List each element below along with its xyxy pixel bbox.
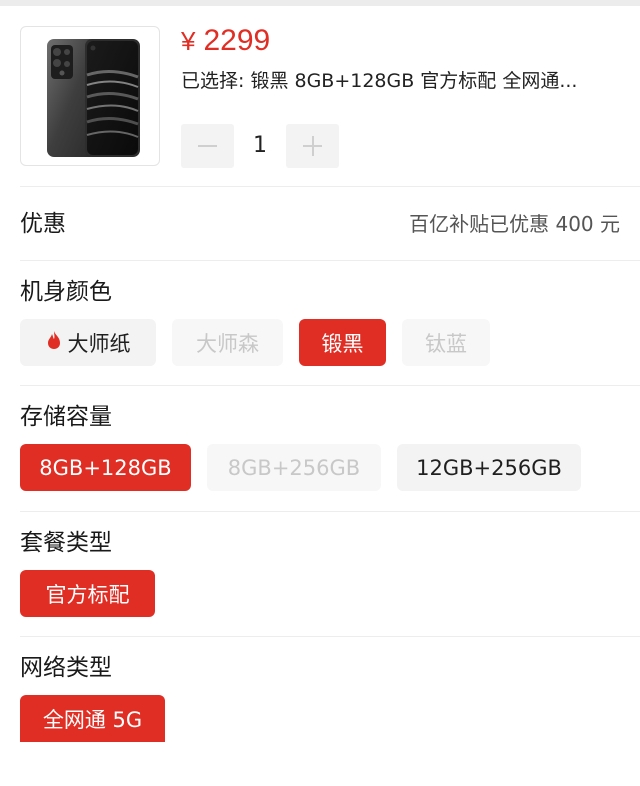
selected-options-text: 已选择: 锻黑 8GB+128GB 官方标配 全网通... bbox=[181, 70, 578, 92]
storage-option-8-256[interactable]: 8GB+256GB bbox=[207, 444, 381, 491]
color-option-duan-hei[interactable]: 锻黑 bbox=[299, 319, 386, 366]
increase-quantity-button[interactable] bbox=[286, 124, 339, 168]
network-section-title: 网络类型 bbox=[20, 655, 112, 681]
color-option-dashi-zhi[interactable]: 大师纸 bbox=[20, 319, 156, 366]
quantity-value[interactable]: 1 bbox=[234, 124, 286, 168]
color-section: 机身颜色 大师纸 大师森 锻黑 钛蓝 bbox=[0, 261, 640, 385]
discount-label: 优惠 bbox=[20, 211, 66, 237]
price: ¥2299 bbox=[181, 22, 270, 60]
discount-value: 百亿补贴已优惠 400 元 bbox=[409, 212, 620, 236]
decrease-quantity-button[interactable] bbox=[181, 124, 234, 168]
chip-label: 12GB+256GB bbox=[416, 455, 562, 480]
color-option-tai-lan[interactable]: 钛蓝 bbox=[402, 319, 490, 366]
product-header: ¥2299 已选择: 锻黑 8GB+128GB 官方标配 全网通... 1 bbox=[0, 6, 640, 186]
chip-label: 官方标配 bbox=[45, 582, 130, 607]
package-option-official[interactable]: 官方标配 bbox=[20, 570, 155, 617]
storage-option-8-128[interactable]: 8GB+128GB bbox=[20, 444, 191, 491]
flame-icon bbox=[46, 330, 62, 355]
chip-label: 全网通 5G bbox=[42, 707, 143, 732]
chip-label: 大师纸 bbox=[67, 331, 131, 356]
minus-icon bbox=[198, 145, 217, 147]
chip-label: 8GB+128GB bbox=[39, 455, 172, 480]
package-section: 套餐类型 官方标配 bbox=[0, 512, 640, 636]
storage-option-12-256[interactable]: 12GB+256GB bbox=[397, 444, 581, 491]
color-option-dashi-sen[interactable]: 大师森 bbox=[172, 319, 283, 366]
network-section: 网络类型 全网通 5G bbox=[0, 637, 640, 747]
storage-section: 存储容量 8GB+128GB 8GB+256GB 12GB+256GB bbox=[0, 386, 640, 511]
storage-section-title: 存储容量 bbox=[20, 404, 112, 430]
currency-symbol: ¥ bbox=[181, 26, 196, 56]
chip-label: 8GB+256GB bbox=[227, 455, 361, 480]
price-value: 2299 bbox=[203, 24, 271, 57]
network-option-5g[interactable]: 全网通 5G bbox=[20, 695, 165, 742]
discount-row[interactable]: 优惠 百亿补贴已优惠 400 元 bbox=[0, 187, 640, 260]
phone-image bbox=[47, 39, 140, 157]
chip-label: 锻黑 bbox=[321, 331, 364, 356]
chip-label: 大师森 bbox=[196, 331, 259, 356]
quantity-stepper: 1 bbox=[181, 124, 341, 168]
color-section-title: 机身颜色 bbox=[20, 279, 112, 305]
package-section-title: 套餐类型 bbox=[20, 530, 112, 556]
product-thumbnail[interactable] bbox=[20, 26, 160, 166]
chip-label: 钛蓝 bbox=[425, 331, 467, 356]
